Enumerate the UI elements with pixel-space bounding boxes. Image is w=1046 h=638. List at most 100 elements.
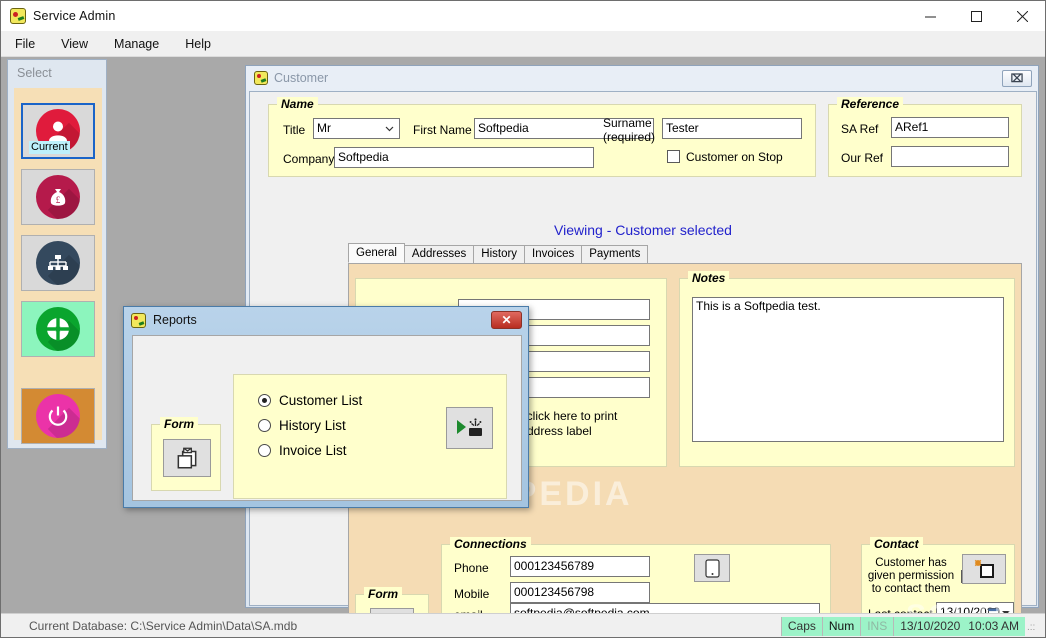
radio-history-list[interactable] — [258, 419, 271, 432]
contact-permission-line1: Customer has — [875, 557, 947, 569]
form-copy-icon — [177, 447, 197, 469]
run-report-button[interactable] — [446, 407, 493, 449]
viewing-status-text: Viewing - Customer selected — [554, 222, 732, 238]
select-panel-header: Select — [17, 66, 52, 80]
report-option-invoice-list-label: Invoice List — [279, 443, 347, 458]
status-database: Current Database: C:\Service Admin\Data\… — [29, 619, 298, 633]
tab-invoices[interactable]: Invoices — [524, 245, 583, 263]
reports-dialog: Reports ✕ Form Customer List History Lis… — [123, 306, 529, 508]
application-window: Service Admin File View Manage Help Sele… — [0, 0, 1046, 638]
reports-dialog-titlebar: Reports ✕ — [124, 307, 528, 333]
svg-text:£: £ — [56, 195, 61, 205]
report-option-customer-list-label: Customer List — [279, 393, 363, 408]
menu-view[interactable]: View — [49, 34, 100, 54]
notes-group-title: Notes — [688, 271, 730, 285]
report-option-customer-list[interactable]: Customer List — [258, 393, 362, 408]
phone-label: Phone — [454, 561, 489, 575]
sidebar-item-settings[interactable] — [21, 301, 95, 357]
customer-window-title: Customer — [274, 71, 329, 85]
maximize-button[interactable] — [953, 1, 999, 31]
reports-form-group: Form — [151, 417, 221, 491]
reports-dialog-close-button[interactable]: ✕ — [491, 311, 522, 329]
title-combobox-value: Mr — [317, 121, 331, 135]
reports-options-group: Customer List History List Invoice List — [233, 374, 507, 499]
customer-window-close-button[interactable]: ⌧ — [1002, 69, 1032, 87]
status-date: 13/10/2020 — [893, 616, 967, 636]
customer-window-titlebar: Customer ⌧ — [246, 66, 1038, 90]
mobile-phone-icon — [704, 558, 720, 578]
tab-payments[interactable]: Payments — [581, 245, 649, 263]
money-bag-icon: £ — [36, 175, 80, 219]
window-titlebar: Service Admin — [1, 1, 1045, 31]
company-label: Company — [283, 152, 335, 166]
customer-on-stop-checkbox[interactable] — [667, 150, 680, 163]
status-indicators: Caps Num INS 13/10/2020 10:03 AM .:: — [780, 616, 1045, 636]
resize-grip-icon[interactable]: .:: — [1027, 617, 1041, 636]
title-label: Title — [283, 123, 306, 137]
report-option-history-list-label: History List — [279, 418, 346, 433]
minimize-button[interactable] — [907, 1, 953, 31]
chevron-down-icon — [385, 126, 394, 132]
connections-group-title: Connections — [450, 537, 531, 551]
contact-group-title: Contact — [870, 537, 923, 551]
mobile-input[interactable]: 000123456798 — [510, 582, 650, 603]
contact-permission-line3: to contact them — [871, 583, 951, 595]
tab-addresses[interactable]: Addresses — [403, 245, 475, 263]
phone-input[interactable]: 000123456789 — [510, 556, 650, 577]
tab-general[interactable]: General — [348, 243, 405, 263]
company-input[interactable]: Softpedia — [334, 147, 594, 168]
menu-manage[interactable]: Manage — [102, 34, 171, 54]
notes-group: Notes This is a Softpedia test. — [679, 271, 1015, 467]
sms-button[interactable] — [694, 554, 730, 582]
sa-ref-input[interactable]: ARef1 — [891, 117, 1009, 138]
title-combobox[interactable]: Mr — [313, 118, 400, 139]
tab-history[interactable]: History — [473, 245, 526, 263]
wheel-icon — [36, 307, 80, 351]
radio-invoice-list[interactable] — [258, 444, 271, 457]
surname-input[interactable]: Tester — [662, 118, 802, 139]
first-name-label: First Name — [413, 123, 472, 137]
notes-textarea[interactable]: This is a Softpedia test. — [692, 297, 1004, 442]
window-title: Service Admin — [33, 9, 116, 23]
reports-form-copy-button[interactable] — [163, 439, 211, 477]
name-group: Name Title Mr First Name Softpedia Compa… — [268, 97, 816, 177]
our-ref-label: Our Ref — [841, 151, 884, 165]
customer-on-stop-label: Customer on Stop — [686, 150, 783, 164]
sidebar-item-organisation[interactable] — [21, 235, 95, 291]
status-num: Num — [821, 616, 861, 636]
new-document-icon — [974, 559, 994, 578]
reports-dialog-title: Reports — [153, 313, 197, 327]
menu-file[interactable]: File — [3, 34, 47, 54]
form-group-bottom-title: Form — [364, 587, 402, 601]
menu-help[interactable]: Help — [173, 34, 223, 54]
surname-label-line1: Surname — [603, 116, 652, 130]
sidebar-item-customer[interactable]: Current — [21, 103, 95, 159]
sidebar-item-exit[interactable] — [21, 388, 95, 444]
sidebar-item-customer-label: Current — [29, 141, 70, 154]
customer-window-icon — [254, 71, 268, 85]
new-contact-button[interactable] — [962, 554, 1006, 584]
our-ref-input[interactable] — [891, 146, 1009, 167]
select-panel: Select Current £ — [7, 59, 107, 449]
power-icon — [36, 394, 80, 438]
radio-customer-list[interactable] — [258, 394, 271, 407]
tabstrip: General Addresses History Invoices Payme… — [348, 243, 649, 263]
status-time: 10:03 AM — [966, 616, 1025, 636]
name-group-title: Name — [277, 97, 318, 111]
reports-dialog-icon — [131, 312, 146, 328]
sidebar-item-money[interactable]: £ — [21, 169, 95, 225]
sa-ref-label: SA Ref — [841, 122, 879, 136]
report-option-invoice-list[interactable]: Invoice List — [258, 443, 347, 458]
app-icon — [10, 8, 26, 24]
statusbar: Current Database: C:\Service Admin\Data\… — [1, 613, 1045, 637]
menubar: File View Manage Help — [1, 31, 1045, 57]
mobile-label: Mobile — [454, 587, 490, 601]
reports-dialog-body: Form Customer List History List Invoice … — [132, 335, 522, 501]
mdi-client-area: Select Current £ Customer ⌧ Name Title M… — [1, 57, 1045, 637]
close-button[interactable] — [999, 1, 1045, 31]
select-button-strip: Current £ — [14, 88, 102, 444]
reference-group: Reference SA Ref ARef1 Our Ref — [828, 97, 1022, 177]
report-option-history-list[interactable]: History List — [258, 418, 346, 433]
reference-group-title: Reference — [837, 97, 904, 111]
window-controls — [907, 1, 1045, 31]
